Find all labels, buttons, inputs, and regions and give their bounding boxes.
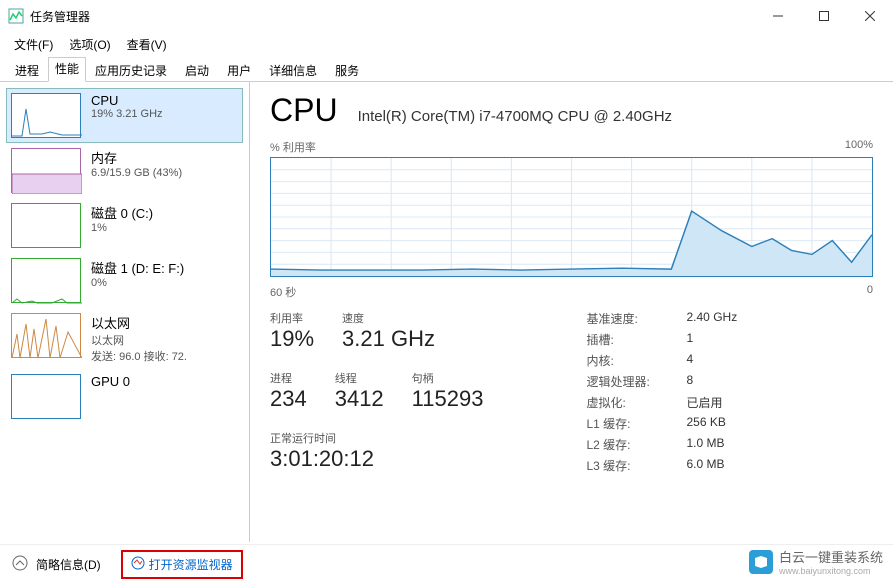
watermark: 白云一键重装系统www.baiyunxitong.com [749, 547, 883, 576]
main-panel: CPU Intel(R) Core(TM) i7-4700MQ CPU @ 2.… [250, 82, 893, 542]
util-value: 19% [270, 326, 314, 352]
open-resource-monitor-button[interactable]: 打开资源监视器 [121, 550, 243, 579]
info-value: 2.40 GHz [687, 310, 738, 327]
watermark-url: www.baiyunxitong.com [779, 566, 883, 576]
info-key: L3 缓存: [587, 457, 687, 474]
sidebar-label: 内存 [91, 148, 182, 167]
tab-app-history[interactable]: 应用历史记录 [86, 57, 176, 82]
sidebar-label: CPU [91, 93, 163, 108]
thread-label: 线程 [335, 370, 384, 386]
info-value: 8 [687, 373, 694, 390]
tab-bar: 进程 性能 应用历史记录 启动 用户 详细信息 服务 [0, 56, 893, 82]
info-value: 已启用 [687, 394, 723, 411]
info-value: 6.0 MB [687, 457, 725, 474]
chart-time: 60 秒 [270, 284, 296, 300]
sidebar-stat: 1% [91, 222, 153, 234]
info-row: L3 缓存:6.0 MB [587, 457, 874, 474]
chevron-up-icon[interactable] [12, 555, 28, 574]
cpu-mini-chart [11, 93, 81, 138]
info-row: 基准速度:2.40 GHz [587, 310, 874, 327]
menu-options[interactable]: 选项(O) [63, 34, 116, 55]
info-value: 256 KB [687, 415, 726, 432]
proc-label: 进程 [270, 370, 307, 386]
footer: 简略信息(D) 打开资源监视器 白云一键重装系统www.baiyunxitong… [0, 544, 893, 584]
minimize-button[interactable] [755, 0, 801, 32]
info-value: 1.0 MB [687, 436, 725, 453]
app-icon [8, 8, 24, 24]
close-button[interactable] [847, 0, 893, 32]
menu-view[interactable]: 查看(V) [121, 34, 173, 55]
info-key: 基准速度: [587, 310, 687, 327]
tab-services[interactable]: 服务 [326, 57, 368, 82]
page-title: CPU [270, 92, 338, 129]
sidebar-label: 磁盘 1 (D: E: F:) [91, 258, 184, 277]
sidebar-label: 以太网 [91, 313, 187, 332]
chart-zero: 0 [867, 284, 873, 300]
maximize-button[interactable] [801, 0, 847, 32]
sidebar-item-disk-1[interactable]: 磁盘 1 (D: E: F:)0% [6, 253, 243, 308]
menu-file[interactable]: 文件(F) [8, 34, 59, 55]
disk-mini-chart [11, 203, 81, 248]
info-row: 插槽:1 [587, 331, 874, 348]
tab-processes[interactable]: 进程 [6, 57, 48, 82]
info-row: 内核:4 [587, 352, 874, 369]
info-key: 虚拟化: [587, 394, 687, 411]
info-key: 内核: [587, 352, 687, 369]
menubar: 文件(F) 选项(O) 查看(V) [0, 32, 893, 56]
info-row: 虚拟化:已启用 [587, 394, 874, 411]
sidebar-stat: 以太网 [91, 332, 187, 348]
resource-monitor-icon [131, 556, 145, 573]
resource-monitor-label: 打开资源监视器 [149, 556, 233, 573]
info-key: 插槽: [587, 331, 687, 348]
thread-value: 3412 [335, 386, 384, 412]
info-key: 逻辑处理器: [587, 373, 687, 390]
info-row: L2 缓存:1.0 MB [587, 436, 874, 453]
window-title: 任务管理器 [30, 8, 755, 25]
util-label: 利用率 [270, 310, 314, 326]
handle-label: 句柄 [412, 370, 484, 386]
speed-label: 速度 [342, 310, 435, 326]
gpu-mini-chart [11, 374, 81, 419]
sidebar-label: GPU 0 [91, 374, 130, 389]
disk-mini-chart [11, 258, 81, 303]
speed-value: 3.21 GHz [342, 326, 435, 352]
sidebar-stat: 19% 3.21 GHz [91, 108, 163, 120]
memory-mini-chart [11, 148, 81, 193]
info-row: 逻辑处理器:8 [587, 373, 874, 390]
info-value: 4 [687, 352, 694, 369]
sidebar-extra: 发送: 96.0 接收: 72. [91, 348, 187, 364]
sidebar-item-disk-0[interactable]: 磁盘 0 (C:)1% [6, 198, 243, 253]
titlebar: 任务管理器 [0, 0, 893, 32]
sidebar-stat: 6.9/15.9 GB (43%) [91, 167, 182, 179]
tab-users[interactable]: 用户 [218, 57, 260, 82]
watermark-text: 白云一键重装系统 [779, 547, 883, 566]
sidebar-item-ethernet[interactable]: 以太网以太网发送: 96.0 接收: 72. [6, 308, 243, 369]
tab-details[interactable]: 详细信息 [260, 57, 326, 82]
cpu-chart [270, 157, 873, 277]
handle-value: 115293 [412, 386, 484, 412]
sidebar: CPU19% 3.21 GHz 内存6.9/15.9 GB (43%) 磁盘 0… [0, 82, 250, 542]
tab-performance[interactable]: 性能 [48, 57, 86, 82]
info-value: 1 [687, 331, 694, 348]
chart-label: % 利用率 [270, 139, 316, 155]
watermark-logo-icon [749, 550, 773, 574]
sidebar-stat: 0% [91, 277, 184, 289]
cpu-model: Intel(R) Core(TM) i7-4700MQ CPU @ 2.40GH… [358, 108, 672, 125]
sidebar-item-gpu[interactable]: GPU 0 [6, 369, 243, 424]
sidebar-label: 磁盘 0 (C:) [91, 203, 153, 222]
uptime-value: 3:01:20:12 [270, 446, 557, 472]
sidebar-item-memory[interactable]: 内存6.9/15.9 GB (43%) [6, 143, 243, 198]
tab-startup[interactable]: 启动 [176, 57, 218, 82]
sidebar-item-cpu[interactable]: CPU19% 3.21 GHz [6, 88, 243, 143]
net-mini-chart [11, 313, 81, 358]
brief-info-button[interactable]: 简略信息(D) [36, 556, 101, 573]
uptime-label: 正常运行时间 [270, 430, 557, 446]
proc-value: 234 [270, 386, 307, 412]
chart-max: 100% [845, 139, 873, 155]
info-row: L1 缓存:256 KB [587, 415, 874, 432]
info-key: L2 缓存: [587, 436, 687, 453]
info-key: L1 缓存: [587, 415, 687, 432]
